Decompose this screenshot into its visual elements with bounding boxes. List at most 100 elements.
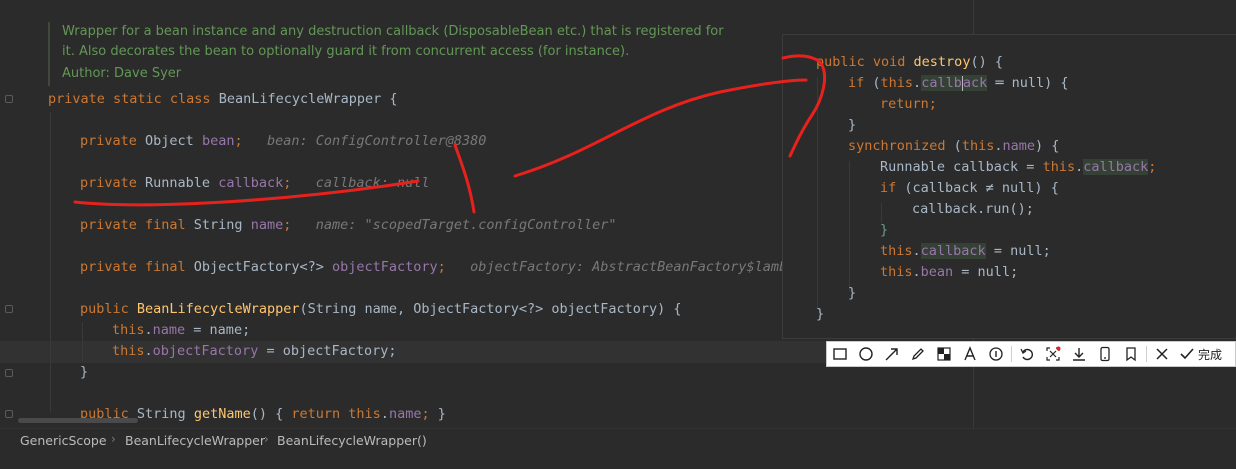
breadcrumb-item[interactable]: GenericScope: [20, 433, 107, 448]
keyword-this: this: [961, 138, 995, 154]
pinned-code-snippet[interactable]: public void destroy() { if (this.callbac…: [783, 35, 1236, 338]
close-brace: }: [848, 117, 857, 133]
dot: .: [912, 264, 921, 280]
chevron-right-icon: ›: [111, 432, 116, 446]
keyword: public void: [816, 54, 914, 70]
declaration: Runnable callback =: [880, 159, 1043, 175]
horizontal-scrollbar[interactable]: [18, 418, 138, 423]
ocr-icon[interactable]: [1040, 342, 1066, 366]
brace: }: [437, 406, 446, 422]
keyword: private: [80, 175, 146, 191]
class-name[interactable]: BeanLifecycleWrapper: [219, 91, 382, 107]
code-line[interactable]: return;: [880, 96, 937, 112]
javadoc-line: Wrapper for a bean instance and any dest…: [62, 24, 724, 39]
semicolon: ;: [234, 133, 243, 149]
undo-icon[interactable]: [1014, 342, 1040, 366]
brace: {: [275, 406, 292, 422]
pin-icon[interactable]: [1118, 342, 1144, 366]
mosaic-tool-icon[interactable]: [931, 342, 957, 366]
constructor-declaration[interactable]: public BeanLifecycleWrapper(String name,…: [80, 301, 681, 317]
semicolon: ;: [283, 175, 292, 191]
field-name[interactable]: bean: [921, 264, 954, 280]
screenshot-toolbar: 完成: [826, 341, 1236, 367]
done-button[interactable]: 完成: [1175, 346, 1222, 363]
field-name[interactable]: objectFactory: [153, 343, 259, 359]
type: Object: [145, 133, 202, 149]
params: () {: [970, 54, 1003, 70]
constructor-name[interactable]: BeanLifecycleWrapper: [137, 301, 300, 317]
assignment: = name;: [185, 322, 251, 338]
keyword-this: this: [880, 75, 914, 91]
dot: .: [144, 343, 153, 359]
number-tool-icon[interactable]: [983, 342, 1009, 366]
code-line[interactable]: if (this.callback ═ null) {: [848, 75, 1069, 91]
ellipse-tool-icon[interactable]: [853, 342, 879, 366]
check-icon: [1180, 348, 1194, 360]
keyword: return: [291, 406, 349, 422]
fold-icon[interactable]: [5, 410, 13, 418]
field-name[interactable]: callback: [1083, 159, 1149, 175]
condition: (callback ≠ null) {: [904, 180, 1059, 196]
method-name[interactable]: destroy: [914, 54, 971, 70]
editor-gutter[interactable]: [0, 0, 38, 428]
keyword: if: [848, 75, 873, 91]
field-name[interactable]: objectFactory: [332, 259, 438, 275]
field-name[interactable]: name: [251, 217, 284, 233]
method-name[interactable]: getName: [194, 406, 251, 422]
fold-icon[interactable]: [5, 369, 13, 377]
arrow-tool-icon[interactable]: [879, 342, 905, 366]
field-name[interactable]: ack: [962, 75, 988, 91]
dot: .: [1075, 159, 1084, 175]
pen-tool-icon[interactable]: [905, 342, 931, 366]
code-line[interactable]: if (callback ≠ null) {: [880, 180, 1059, 196]
condition: ═ null) {: [987, 75, 1069, 91]
field-callback-line[interactable]: private Runnable callback; callback: nul…: [80, 175, 430, 191]
brace: {: [381, 91, 398, 107]
keyword: private: [80, 133, 146, 149]
fold-icon[interactable]: [5, 305, 13, 313]
constructor-body-line[interactable]: this.name = name;: [112, 322, 250, 338]
field-bean-line[interactable]: private Object bean; bean: ConfigControl…: [80, 133, 486, 149]
semicolon: ;: [437, 259, 446, 275]
keyword-this: this: [348, 406, 381, 422]
field-name[interactable]: callb: [921, 75, 962, 91]
field-name[interactable]: callback: [920, 243, 986, 259]
assignment: = null;: [953, 264, 1019, 280]
toolbar-separator: [1146, 346, 1147, 362]
toolbar-separator: [1011, 346, 1012, 362]
paren: (: [872, 75, 881, 91]
code-line[interactable]: this.bean = null;: [880, 264, 1018, 280]
semicolon: ;: [421, 406, 438, 422]
field-name[interactable]: name: [389, 406, 422, 422]
javadoc-comment: Wrapper for a bean instance and any dest…: [48, 22, 724, 86]
text-tool-icon[interactable]: [957, 342, 983, 366]
field-name[interactable]: callback: [218, 175, 283, 191]
breadcrumb-item[interactable]: BeanLifecycleWrapper(): [277, 433, 427, 448]
destroy-declaration[interactable]: public void destroy() {: [816, 54, 1003, 70]
field-name[interactable]: bean: [202, 133, 235, 149]
breadcrumb: GenericScope › BeanLifecycleWrapper › Be…: [0, 428, 1236, 451]
indent-guide: [50, 112, 51, 412]
close-brace: }: [848, 285, 857, 301]
done-label: 完成: [1198, 347, 1223, 362]
code-line[interactable]: Runnable callback = this.callback;: [880, 159, 1156, 175]
fold-icon[interactable]: [5, 95, 13, 103]
params: (String name, ObjectFactory<?> objectFac…: [299, 301, 682, 317]
keyword: private final: [80, 259, 194, 275]
field-name-line[interactable]: private final String name; name: "scoped…: [80, 217, 616, 233]
field-factory-line[interactable]: private final ObjectFactory<?> objectFac…: [80, 259, 803, 275]
field-name[interactable]: name: [1002, 138, 1035, 154]
indent-guide: [849, 161, 850, 291]
class-declaration[interactable]: private static class BeanLifecycleWrappe…: [48, 91, 398, 107]
code-line[interactable]: this.callback = null;: [880, 243, 1051, 259]
rectangle-tool-icon[interactable]: [827, 342, 853, 366]
constructor-body-line[interactable]: this.objectFactory = objectFactory;: [112, 343, 397, 359]
field-name[interactable]: name: [153, 322, 186, 338]
debug-value-hint: objectFactory: AbstractBeanFactory$lambd…: [470, 259, 804, 275]
breadcrumb-item[interactable]: BeanLifecycleWrapper: [125, 433, 265, 448]
close-icon[interactable]: [1149, 342, 1175, 366]
download-icon[interactable]: [1066, 342, 1092, 366]
code-line[interactable]: callback.run();: [912, 201, 1034, 217]
code-line[interactable]: synchronized (this.name) {: [848, 138, 1059, 154]
phone-icon[interactable]: [1092, 342, 1118, 366]
